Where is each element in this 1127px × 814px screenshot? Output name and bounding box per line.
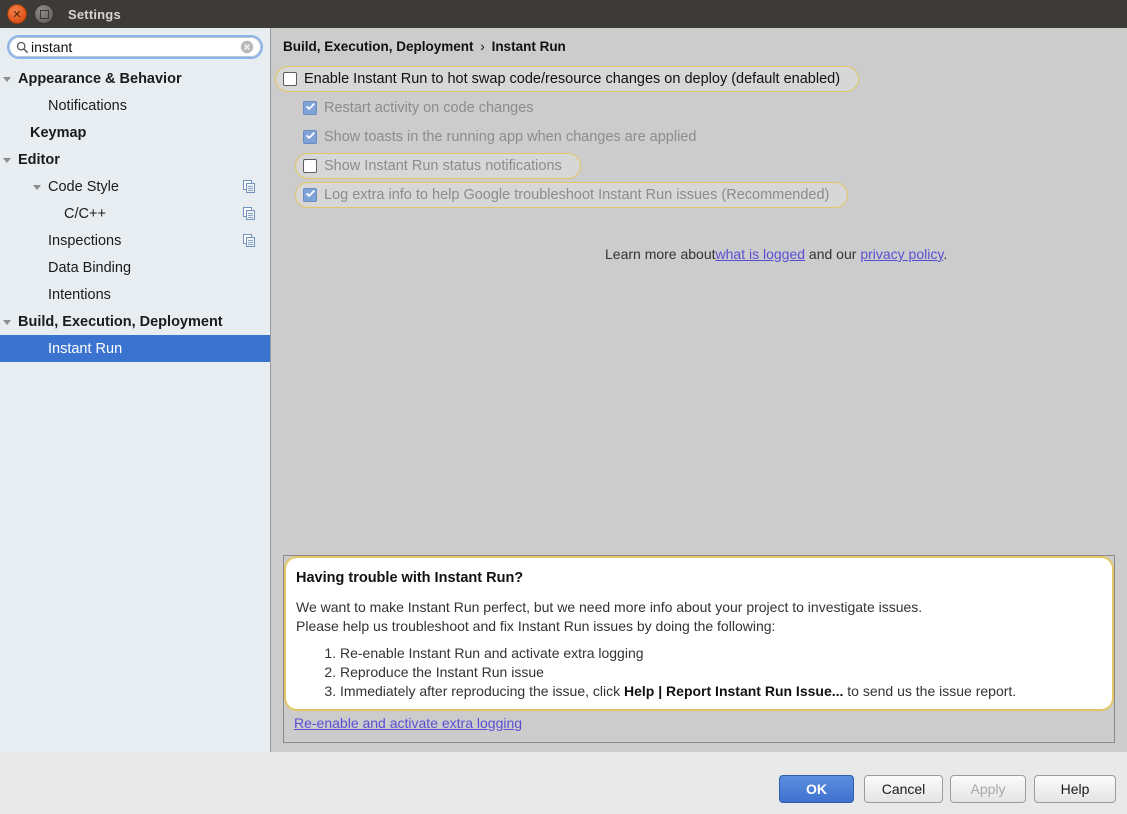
checkbox-label: Log extra info to help Google troublesho…	[324, 187, 830, 203]
sidebar-item-label: Appearance & Behavior	[18, 70, 182, 87]
help-step-text: Re-enable Instant Run and activate extra…	[340, 645, 644, 661]
checkbox-label: Show Instant Run status notifications	[324, 158, 562, 174]
close-glyph: ✕	[12, 7, 22, 21]
checkbox-box	[303, 159, 317, 173]
help-steps-list: Re-enable Instant Run and activate extra…	[314, 644, 1016, 701]
help-step-tail: to send us the issue report.	[843, 683, 1017, 699]
sidebar-item-build-execution-deployment[interactable]: Build, Execution, Deployment	[0, 308, 270, 335]
apply-button: Apply	[950, 775, 1026, 803]
duplicate-icon[interactable]	[243, 180, 256, 193]
window-title: Settings	[68, 6, 121, 22]
checkbox-label: Show toasts in the running app when chan…	[324, 129, 697, 145]
checkbox-box	[303, 188, 317, 202]
sidebar-item-instant-run[interactable]: Instant Run	[0, 335, 270, 362]
breadcrumb-parent: Build, Execution, Deployment	[283, 39, 474, 54]
instant-run-help-panel: Having trouble with Instant Run? We want…	[283, 555, 1115, 743]
checkbox-label: Restart activity on code changes	[324, 100, 534, 116]
chevron-down-icon[interactable]	[1, 73, 13, 85]
sidebar-item-label: Intentions	[48, 286, 111, 303]
title-bar: ✕ Settings	[0, 0, 1127, 28]
duplicate-icon[interactable]	[243, 207, 256, 220]
sidebar-item-label: Build, Execution, Deployment	[18, 313, 223, 330]
maximize-glyph	[39, 9, 49, 19]
re-enable-logging-link[interactable]: Re-enable and activate extra logging	[294, 715, 522, 731]
duplicate-icon[interactable]	[243, 234, 256, 247]
search-field[interactable]: instant	[7, 35, 263, 59]
search-input[interactable]: instant	[31, 39, 240, 55]
checkbox-label: Enable Instant Run to hot swap code/reso…	[304, 71, 841, 87]
learn-more-text: Learn more aboutwhat is logged and our p…	[605, 246, 947, 262]
checkbox-show-toasts-in-the: Show toasts in the running app when chan…	[303, 124, 1127, 149]
sidebar-item-label: Instant Run	[48, 340, 123, 357]
help-step: Immediately after reproducing the issue,…	[340, 682, 1016, 701]
search-inner: instant	[9, 37, 261, 57]
sidebar-item-code-style[interactable]: Code Style	[0, 173, 270, 200]
sidebar-item-appearance-behavior[interactable]: Appearance & Behavior	[0, 65, 270, 92]
sidebar-item-notifications[interactable]: Notifications	[0, 92, 270, 119]
breadcrumb-separator: ›	[480, 39, 485, 54]
checkbox-enable-instant-run-to[interactable]: Enable Instant Run to hot swap code/reso…	[283, 66, 1127, 91]
checkbox-box[interactable]	[283, 72, 297, 86]
sidebar-item-inspections[interactable]: Inspections	[0, 227, 270, 254]
chevron-down-icon[interactable]	[1, 154, 13, 166]
checkbox-log-extra-info-to: Log extra info to help Google troublesho…	[303, 182, 1127, 207]
help-step-emphasis: Help | Report Instant Run Issue...	[624, 683, 844, 699]
sidebar-item-label: Code Style	[48, 178, 119, 195]
sidebar-item-label: Keymap	[30, 124, 87, 141]
sidebar-item-editor[interactable]: Editor	[0, 146, 270, 173]
instant-run-options: Enable Instant Run to hot swap code/reso…	[271, 66, 1127, 211]
maximize-icon[interactable]	[34, 4, 54, 24]
checkbox-box	[303, 130, 317, 144]
sidebar-item-label: Data Binding	[48, 259, 132, 276]
sidebar-item-label: C/C++	[64, 205, 106, 222]
close-icon[interactable]: ✕	[7, 4, 27, 24]
help-highlight-box: Having trouble with Instant Run? We want…	[284, 556, 1114, 711]
what-is-logged-link[interactable]: what is logged	[716, 246, 806, 262]
privacy-policy-link[interactable]: privacy policy	[860, 246, 943, 262]
chevron-down-icon[interactable]	[1, 316, 13, 328]
help-step-text: Immediately after reproducing the issue,…	[340, 683, 625, 699]
learn-more-middle: and our	[805, 246, 861, 262]
clear-icon[interactable]	[240, 40, 254, 54]
checkbox-show-instant-run-status: Show Instant Run status notifications	[303, 153, 1127, 178]
sidebar-item-label: Notifications	[48, 97, 127, 114]
help-step-text: Reproduce the Instant Run issue	[340, 664, 544, 680]
sidebar-item-data-binding[interactable]: Data Binding	[0, 254, 270, 281]
sidebar-item-c-c[interactable]: C/C++	[0, 200, 270, 227]
breadcrumb-current: Instant Run	[491, 39, 566, 54]
ok-button[interactable]: OK	[779, 775, 854, 803]
learn-more-prefix: Learn more about	[605, 246, 716, 262]
help-title: Having trouble with Instant Run?	[296, 570, 524, 586]
dialog-button-bar: OK Cancel Apply Help	[0, 752, 1127, 814]
help-button[interactable]: Help	[1034, 775, 1116, 803]
help-step: Re-enable Instant Run and activate extra…	[340, 644, 1016, 663]
checkbox-box	[303, 101, 317, 115]
sidebar-item-label: Editor	[18, 151, 60, 168]
help-step: Reproduce the Instant Run issue	[340, 663, 1016, 682]
settings-window: ✕ Settings instant Appearance & Behavior…	[0, 0, 1127, 814]
settings-sidebar: instant Appearance & Behavior Notificatio…	[0, 28, 271, 752]
breadcrumb: Build, Execution, Deployment › Instant R…	[283, 39, 566, 54]
help-line-1: We want to make Instant Run perfect, but…	[296, 599, 923, 615]
sidebar-item-keymap[interactable]: Keymap	[0, 119, 270, 146]
learn-more-suffix: .	[943, 246, 948, 262]
help-line-2: Please help us troubleshoot and fix Inst…	[296, 618, 776, 634]
settings-main-panel: Build, Execution, Deployment › Instant R…	[271, 28, 1127, 752]
sidebar-item-label: Inspections	[48, 232, 122, 249]
checkbox-restart-activity-on-code: Restart activity on code changes	[303, 95, 1127, 120]
search-icon	[16, 41, 29, 54]
cancel-button[interactable]: Cancel	[864, 775, 943, 803]
sidebar-item-intentions[interactable]: Intentions	[0, 281, 270, 308]
chevron-down-icon[interactable]	[31, 181, 43, 193]
settings-tree: Appearance & Behavior Notifications Keymap…	[0, 65, 270, 362]
